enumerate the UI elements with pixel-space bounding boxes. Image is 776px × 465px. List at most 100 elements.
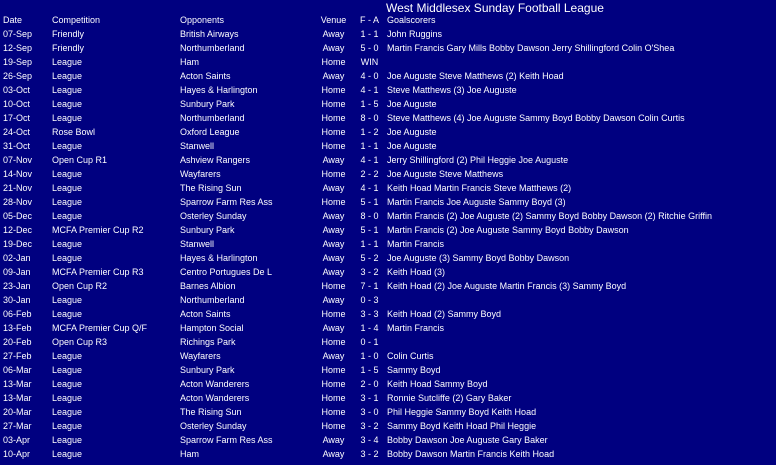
cell-score: 0 - 3 bbox=[360, 295, 379, 305]
cell-venue: Away bbox=[322, 225, 345, 235]
cell-goalscorers: Martin Francis (2) Joe Auguste (2) Sammy… bbox=[387, 211, 712, 221]
cell-competition: Open Cup R3 bbox=[52, 337, 108, 347]
cell-opponents: Sunbury Park bbox=[180, 99, 235, 109]
cell-competition: League bbox=[52, 85, 83, 95]
cell-score: 3 - 2 bbox=[360, 449, 379, 459]
cell-competition: League bbox=[52, 253, 83, 263]
table-row: 07-Sep Friendly British Airways Away 1 - 1 Jo… bbox=[0, 27, 776, 41]
cell-opponents: Sparrow Farm Res Ass bbox=[180, 197, 273, 207]
cell-opponents: Osterley Sunday bbox=[180, 421, 247, 431]
cell-score: 4 - 1 bbox=[360, 183, 379, 193]
table-row: 06-Mar League Sunbury Park Home 1 - 5 Sammy B… bbox=[0, 363, 776, 377]
cell-goalscorers: Keith Hoad Martin Francis Steve Matthews… bbox=[387, 183, 572, 193]
cell-goalscorers: Sammy Boyd Keith Hoad Phil Heggie bbox=[387, 421, 537, 431]
cell-opponents: Sunbury Park bbox=[180, 225, 235, 235]
cell-score: 3 - 2 bbox=[360, 267, 379, 277]
table-row: 03-Apr League Sparrow Farm Res Ass Away 3 - … bbox=[0, 433, 776, 447]
cell-competition: League bbox=[52, 435, 83, 445]
cell-date: 10-Apr bbox=[3, 449, 31, 459]
cell-date: 03-Apr bbox=[3, 435, 31, 445]
table-row: 13-Feb MCFA Premier Cup Q/F Hampton Social… bbox=[0, 321, 776, 335]
cell-goalscorers: Bobby Dawson Joe Auguste Gary Baker bbox=[387, 435, 548, 445]
cell-date: 13-Feb bbox=[3, 323, 32, 333]
table-row: 26-Sep League Acton Saints Away 4 - 0 Joe Aug… bbox=[0, 69, 776, 83]
cell-venue: Home bbox=[321, 57, 346, 67]
cell-goalscorers: Joe Auguste bbox=[387, 127, 437, 137]
cell-date: 28-Nov bbox=[3, 197, 33, 207]
cell-venue: Home bbox=[321, 421, 346, 431]
cell-score: 1 - 5 bbox=[360, 99, 379, 109]
cell-venue: Away bbox=[322, 211, 345, 221]
cell-competition: League bbox=[52, 169, 83, 179]
cell-opponents: Sparrow Farm Res Ass bbox=[180, 435, 273, 445]
table-row: 06-Feb League Acton Saints Home 3 - 3 Keith H… bbox=[0, 307, 776, 321]
cell-score: 1 - 4 bbox=[360, 323, 379, 333]
cell-goalscorers: Keith Hoad Sammy Boyd bbox=[387, 379, 488, 389]
cell-goalscorers: Keith Hoad (2) Joe Auguste Martin Franci… bbox=[387, 281, 627, 291]
cell-opponents: Hampton Social bbox=[180, 323, 244, 333]
cell-opponents: The Rising Sun bbox=[180, 183, 242, 193]
table-row: 10-Apr League Ham Away 3 - 2 Bobby Dawson Mar… bbox=[0, 447, 776, 461]
cell-date: 20-Mar bbox=[3, 407, 32, 417]
cell-venue: Home bbox=[321, 197, 346, 207]
cell-venue: Home bbox=[321, 141, 346, 151]
table-row: 05-Dec League Osterley Sunday Away 8 - 0 Mart… bbox=[0, 209, 776, 223]
cell-opponents: The Rising Sun bbox=[180, 407, 242, 417]
table-row: 31-Oct League Stanwell Home 1 - 1 Joe Auguste bbox=[0, 139, 776, 153]
cell-competition: League bbox=[52, 309, 83, 319]
cell-competition: League bbox=[52, 197, 83, 207]
cell-date: 26-Sep bbox=[3, 71, 33, 81]
cell-score: 4 - 1 bbox=[360, 85, 379, 95]
table-row: 27-Mar League Osterley Sunday Home 3 - 2 Samm… bbox=[0, 419, 776, 433]
cell-date: 06-Mar bbox=[3, 365, 32, 375]
cell-date: 05-Dec bbox=[3, 211, 33, 221]
cell-goalscorers: Martin Francis bbox=[387, 239, 445, 249]
cell-venue: Home bbox=[321, 85, 346, 95]
table-row: 17-Oct League Northumberland Home 8 - 0 Steve… bbox=[0, 111, 776, 125]
cell-goalscorers: Martin Francis (2) Joe Auguste Sammy Boy… bbox=[387, 225, 629, 235]
cell-competition: Open Cup R2 bbox=[52, 281, 108, 291]
cell-score: 2 - 0 bbox=[360, 379, 379, 389]
cell-date: 09-Jan bbox=[3, 267, 31, 277]
cell-venue: Away bbox=[322, 71, 345, 81]
cell-date: 23-Jan bbox=[3, 281, 31, 291]
cell-venue: Home bbox=[321, 169, 346, 179]
cell-score: 3 - 3 bbox=[360, 309, 379, 319]
cell-opponents: Stanwell bbox=[180, 141, 215, 151]
cell-goalscorers: Ronnie Sutcliffe (2) Gary Baker bbox=[387, 393, 512, 403]
cell-score: 4 - 1 bbox=[360, 155, 379, 165]
cell-opponents: Hayes & Harlington bbox=[180, 253, 258, 263]
cell-competition: League bbox=[52, 57, 83, 67]
cell-date: 21-Nov bbox=[3, 183, 33, 193]
cell-competition: MCFA Premier Cup Q/F bbox=[52, 323, 148, 333]
table-row: 12-Dec MCFA Premier Cup R2 Sunbury Park Awa… bbox=[0, 223, 776, 237]
cell-goalscorers: Joe Auguste Steve Matthews (2) Keith Hoa… bbox=[387, 71, 564, 81]
cell-competition: League bbox=[52, 421, 83, 431]
cell-venue: Home bbox=[321, 393, 346, 403]
cell-opponents: Wayfarers bbox=[180, 351, 221, 361]
cell-goalscorers: Joe Auguste (3) Sammy Boyd Bobby Dawson bbox=[387, 253, 570, 263]
cell-date: 13-Mar bbox=[3, 379, 32, 389]
cell-competition: Friendly bbox=[52, 29, 85, 39]
table-row: 02-Jan League Hayes & Harlington Away 5 - 2 J… bbox=[0, 251, 776, 265]
column-header-venue: Venue bbox=[320, 15, 347, 25]
cell-goalscorers: Keith Hoad (3) bbox=[387, 267, 446, 277]
cell-date: 20-Feb bbox=[3, 337, 32, 347]
cell-opponents: Barnes Albion bbox=[180, 281, 236, 291]
table-row: 10-Oct League Sunbury Park Home 1 - 5 Joe Aug… bbox=[0, 97, 776, 111]
cell-goalscorers: Colin Curtis bbox=[387, 351, 434, 361]
cell-competition: MCFA Premier Cup R3 bbox=[52, 267, 144, 277]
cell-date: 19-Sep bbox=[3, 57, 33, 67]
column-header-score: F - A bbox=[359, 15, 379, 25]
cell-venue: Away bbox=[322, 29, 345, 39]
cell-score: 1 - 5 bbox=[360, 365, 379, 375]
column-header-competition: Competition bbox=[52, 15, 101, 25]
cell-score: 5 - 1 bbox=[360, 197, 379, 207]
cell-venue: Away bbox=[322, 295, 345, 305]
table-row: 12-Sep Friendly Northumberland Away 5 - 0 Mar… bbox=[0, 41, 776, 55]
cell-date: 30-Jan bbox=[3, 295, 31, 305]
cell-opponents: Richings Park bbox=[180, 337, 236, 347]
cell-score: 3 - 1 bbox=[360, 393, 379, 403]
cell-venue: Away bbox=[322, 43, 345, 53]
cell-venue: Home bbox=[321, 281, 346, 291]
